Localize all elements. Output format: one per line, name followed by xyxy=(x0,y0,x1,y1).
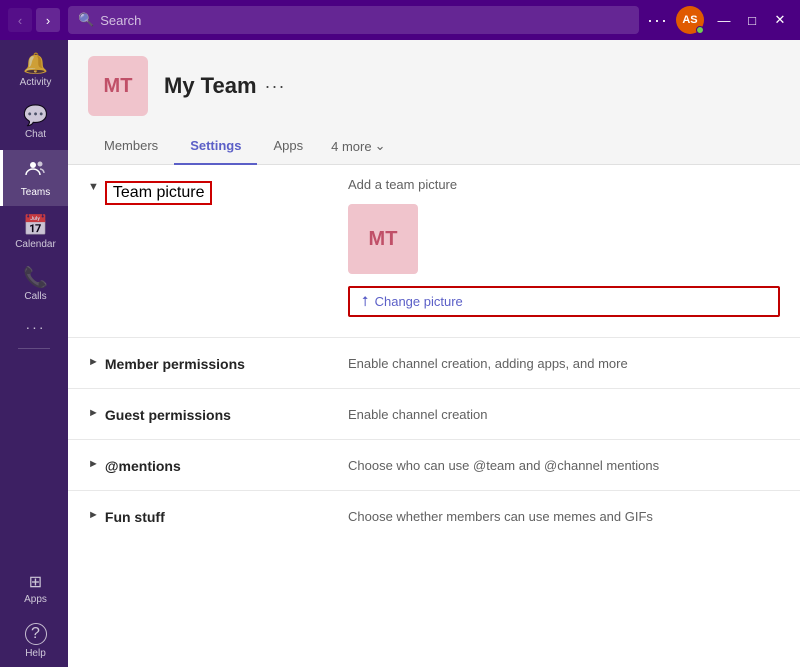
search-bar[interactable]: 🔍 xyxy=(68,6,639,34)
mentions-title: @mentions xyxy=(105,458,181,474)
team-picture-left: ▼ Team picture xyxy=(68,165,328,337)
member-permissions-left: ► Member permissions xyxy=(88,354,348,372)
app-body: 🔔 Activity 💬 Chat Teams 📅 Calendar 📞 xyxy=(0,40,800,667)
add-picture-label: Add a team picture xyxy=(348,177,780,192)
calendar-icon: 📅 xyxy=(23,216,48,236)
apps-icon: ⊞ xyxy=(29,575,42,591)
guest-permissions-title: Guest permissions xyxy=(105,407,231,423)
sidebar-label-apps: Apps xyxy=(24,594,47,605)
help-icon: ? xyxy=(25,623,47,645)
guest-permissions-left: ► Guest permissions xyxy=(88,405,348,423)
tab-members[interactable]: Members xyxy=(88,128,174,165)
user-status-indicator xyxy=(696,26,704,34)
sidebar-label-teams: Teams xyxy=(21,187,50,198)
sidebar-item-calls[interactable]: 📞 Calls xyxy=(0,260,68,310)
tabs-bar: Members Settings Apps 4 more ⌄ xyxy=(68,128,800,165)
guest-permissions-section: ► Guest permissions Enable channel creat… xyxy=(68,389,800,440)
sidebar-item-calendar[interactable]: 📅 Calendar xyxy=(0,208,68,258)
team-picture-title: Team picture xyxy=(105,181,213,205)
sidebar-label-calls: Calls xyxy=(24,291,46,302)
section-arrow-fun-stuff[interactable]: ► xyxy=(88,509,99,521)
minimize-button[interactable]: — xyxy=(712,8,736,32)
team-picture-section: ▼ Team picture Add a team picture MT ⭡ C… xyxy=(68,165,800,338)
teams-icon xyxy=(25,158,47,184)
more-dots-icon: ··· xyxy=(26,320,46,334)
sidebar-label-chat: Chat xyxy=(25,129,46,140)
fun-stuff-title: Fun stuff xyxy=(105,509,165,525)
team-picture-preview: MT xyxy=(348,204,418,274)
close-button[interactable]: ✕ xyxy=(768,8,792,32)
chat-icon: 💬 xyxy=(23,106,48,126)
team-header: MT My Team ··· xyxy=(68,40,800,128)
activity-icon: 🔔 xyxy=(23,54,48,74)
section-arrow-mentions[interactable]: ► xyxy=(88,458,99,470)
tab-apps[interactable]: Apps xyxy=(257,128,319,165)
team-name: My Team xyxy=(164,73,257,99)
maximize-button[interactable]: □ xyxy=(740,8,764,32)
content-area: MT My Team ··· Members Settings Apps 4 m… xyxy=(68,40,800,667)
title-bar: ‹ › 🔍 ··· AS — □ ✕ xyxy=(0,0,800,40)
tab-settings[interactable]: Settings xyxy=(174,128,257,165)
user-avatar-button[interactable]: AS xyxy=(676,6,704,34)
search-input[interactable] xyxy=(100,13,629,28)
section-arrow-guest-permissions[interactable]: ► xyxy=(88,407,99,419)
forward-button[interactable]: › xyxy=(36,8,60,32)
avatar-initials: AS xyxy=(682,14,697,26)
team-avatar: MT xyxy=(88,56,148,116)
mentions-section: ► @mentions Choose who can use @team and… xyxy=(68,440,800,491)
team-info: My Team ··· xyxy=(164,73,286,99)
sidebar-item-chat[interactable]: 💬 Chat xyxy=(0,98,68,148)
title-bar-right: ··· AS — □ ✕ xyxy=(647,6,792,34)
sidebar-label-help: Help xyxy=(25,648,46,659)
window-controls: — □ ✕ xyxy=(712,8,792,32)
sidebar-divider xyxy=(18,348,50,349)
sidebar-item-activity[interactable]: 🔔 Activity xyxy=(0,46,68,96)
team-picture-right: Add a team picture MT ⭡ Change picture xyxy=(328,165,800,337)
fun-stuff-section: ► Fun stuff Choose whether members can u… xyxy=(68,491,800,541)
more-options-button[interactable]: ··· xyxy=(647,10,668,31)
sidebar-label-activity: Activity xyxy=(20,77,52,88)
guest-permissions-right: Enable channel creation xyxy=(348,405,780,423)
member-permissions-title: Member permissions xyxy=(105,356,245,372)
sidebar-item-more-dots[interactable]: ··· xyxy=(0,312,68,342)
sidebar-item-help[interactable]: ? Help xyxy=(0,615,68,667)
fun-stuff-right: Choose whether members can use memes and… xyxy=(348,507,780,525)
back-button[interactable]: ‹ xyxy=(8,8,32,32)
nav-buttons: ‹ › xyxy=(8,8,60,32)
search-icon: 🔍 xyxy=(78,12,94,28)
team-more-button[interactable]: ··· xyxy=(265,76,286,97)
change-picture-button[interactable]: ⭡ Change picture xyxy=(348,286,780,317)
team-name-row: My Team ··· xyxy=(164,73,286,99)
settings-content: ▼ Team picture Add a team picture MT ⭡ C… xyxy=(68,165,800,667)
member-permissions-right: Enable channel creation, adding apps, an… xyxy=(348,354,780,372)
fun-stuff-left: ► Fun stuff xyxy=(88,507,348,525)
sidebar: 🔔 Activity 💬 Chat Teams 📅 Calendar 📞 xyxy=(0,40,68,667)
tab-more[interactable]: 4 more ⌄ xyxy=(319,128,397,164)
upload-icon: ⭡ xyxy=(362,293,369,310)
sidebar-label-calendar: Calendar xyxy=(15,239,56,250)
sidebar-item-apps[interactable]: ⊞ Apps xyxy=(0,567,68,613)
section-arrow-team-picture[interactable]: ▼ xyxy=(88,181,99,193)
mentions-right: Choose who can use @team and @channel me… xyxy=(348,456,780,474)
sidebar-item-teams[interactable]: Teams xyxy=(0,150,68,206)
mentions-left: ► @mentions xyxy=(88,456,348,474)
chevron-down-icon: ⌄ xyxy=(375,138,386,154)
calls-icon: 📞 xyxy=(23,268,48,288)
member-permissions-section: ► Member permissions Enable channel crea… xyxy=(68,338,800,389)
section-arrow-member-permissions[interactable]: ► xyxy=(88,356,99,368)
